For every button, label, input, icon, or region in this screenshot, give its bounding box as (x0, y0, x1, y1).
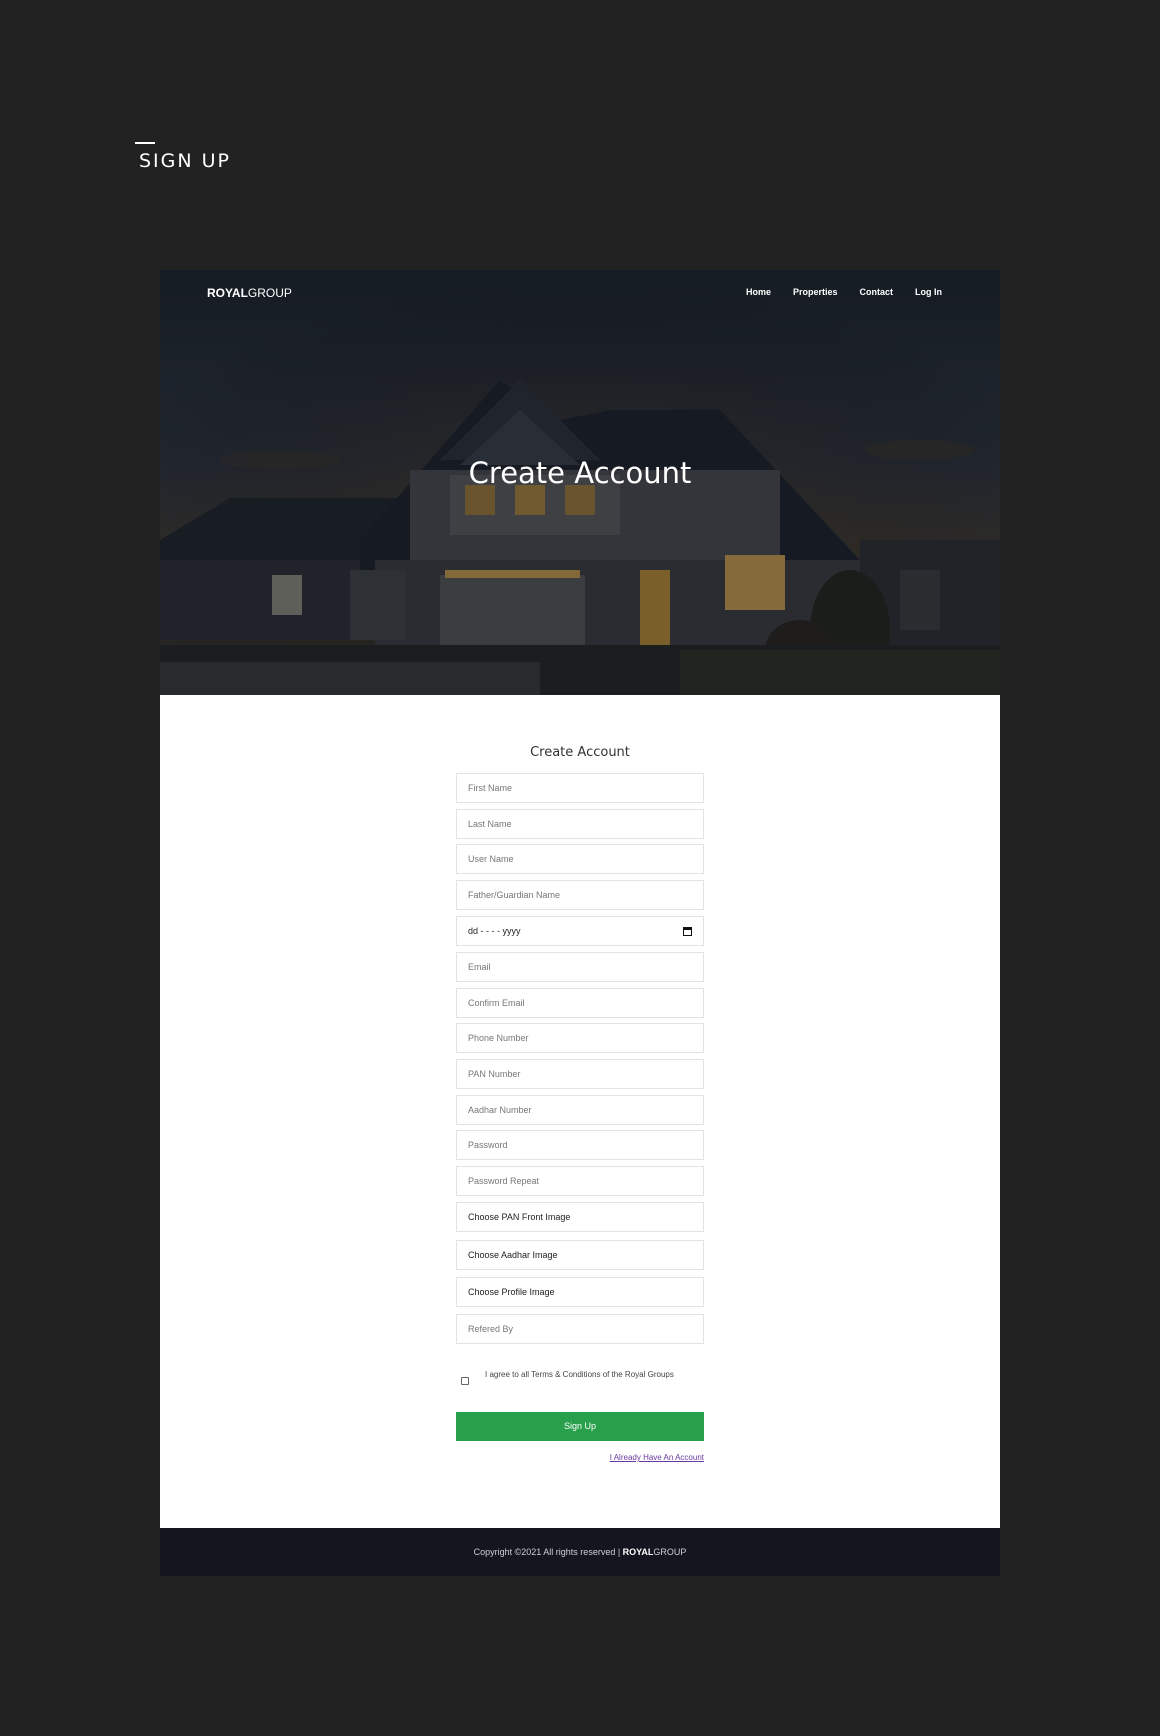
nav-links: Home Properties Contact Log In (724, 287, 942, 297)
terms-label: I agree to all Terms & Conditions of the… (485, 1370, 674, 1379)
aadhar-number-input[interactable]: Aadhar Number (456, 1095, 704, 1125)
form-title: Create Account (530, 745, 630, 760)
hero-section: ROYALGROUP Home Properties Contact Log I… (160, 270, 1000, 695)
nav-contact[interactable]: Contact (860, 287, 894, 297)
calendar-icon[interactable] (683, 927, 692, 936)
nav-login[interactable]: Log In (915, 287, 942, 297)
logo[interactable]: ROYALGROUP (207, 286, 292, 300)
footer-copyright: Copyright ©2021 All rights reserved | RO… (473, 1547, 687, 1557)
nav-home[interactable]: Home (746, 287, 771, 297)
page-title: SIGN UP (139, 150, 232, 172)
sign-up-button[interactable]: Sign Up (456, 1412, 704, 1441)
terms-checkbox[interactable] (461, 1377, 469, 1385)
pan-image-file-input[interactable]: Choose PAN Front Image (456, 1202, 704, 1232)
confirm-email-input[interactable]: Confirm Email (456, 988, 704, 1018)
last-name-input[interactable]: Last Name (456, 809, 704, 839)
footer: Copyright ©2021 All rights reserved | RO… (160, 1528, 1000, 1576)
first-name-input[interactable]: First Name (456, 773, 704, 803)
website-mockup: ROYALGROUP Home Properties Contact Log I… (160, 270, 1000, 1576)
user-name-input[interactable]: User Name (456, 844, 704, 874)
aadhar-image-file-input[interactable]: Choose Aadhar Image (456, 1240, 704, 1270)
password-input[interactable]: Password (456, 1130, 704, 1160)
dob-date-input[interactable]: dd - - - - yyyy (456, 916, 704, 946)
guardian-name-input[interactable]: Father/Guardian Name (456, 880, 704, 910)
email-input[interactable]: Email (456, 952, 704, 982)
phone-input[interactable]: Phone Number (456, 1023, 704, 1053)
heading-dash (135, 142, 155, 144)
terms-row: I agree to all Terms & Conditions of the… (456, 1365, 704, 1395)
referred-by-input[interactable]: Refered By (456, 1314, 704, 1344)
pan-number-input[interactable]: PAN Number (456, 1059, 704, 1089)
login-link[interactable]: I Already Have An Account (610, 1453, 704, 1462)
dob-value: dd - - - - yyyy (468, 926, 521, 936)
navbar: ROYALGROUP Home Properties Contact Log I… (160, 270, 1000, 315)
nav-properties[interactable]: Properties (793, 287, 838, 297)
password-repeat-input[interactable]: Password Repeat (456, 1166, 704, 1196)
profile-image-file-input[interactable]: Choose Profile Image (456, 1277, 704, 1307)
hero-title: Create Account (468, 456, 692, 490)
